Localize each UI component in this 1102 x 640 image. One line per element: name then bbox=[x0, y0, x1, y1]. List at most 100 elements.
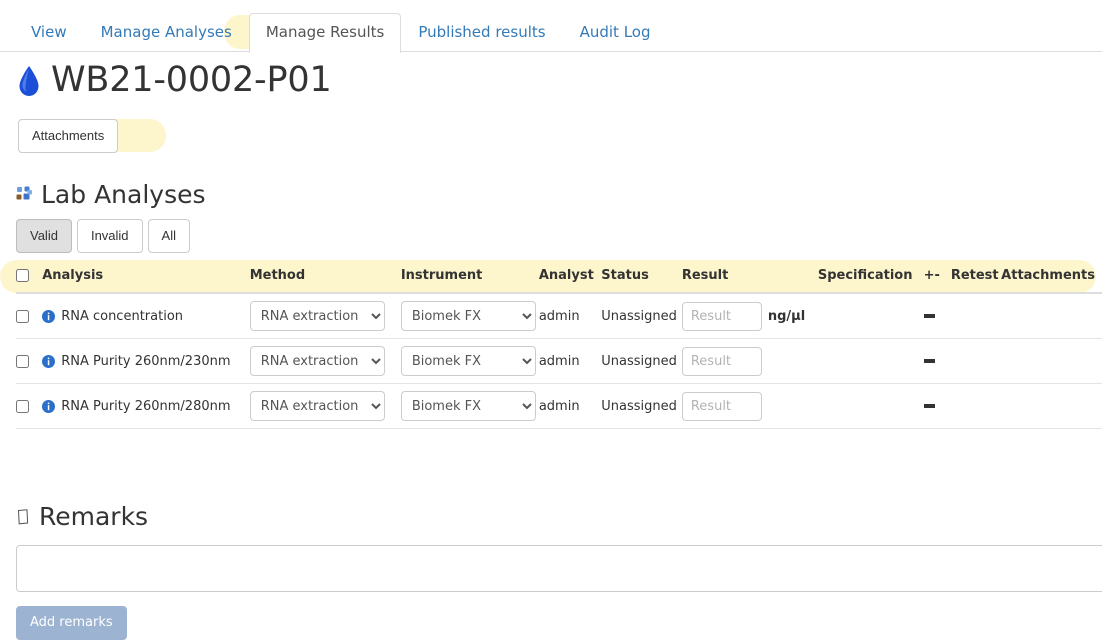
water-drop-icon bbox=[16, 64, 42, 98]
header-instrument[interactable]: Instrument bbox=[401, 260, 539, 293]
result-cell: ng/µl bbox=[682, 293, 818, 339]
info-icon[interactable] bbox=[42, 400, 55, 413]
tab-list: View Manage Analyses Manage Results Publ… bbox=[14, 13, 668, 52]
header-analysis[interactable]: Analysis bbox=[42, 260, 250, 293]
minus-icon bbox=[924, 404, 935, 408]
result-cell bbox=[682, 384, 818, 429]
tab-manage-results-label: Manage Results bbox=[266, 23, 385, 41]
tab-manage-analyses[interactable]: Manage Analyses bbox=[84, 13, 249, 52]
header-retest[interactable]: Retest bbox=[951, 260, 1001, 293]
lab-analyses-table-wrap: Analysis Method Instrument Analyst Statu… bbox=[16, 260, 1102, 429]
result-input[interactable] bbox=[682, 392, 762, 421]
attachments-cell bbox=[1001, 384, 1102, 429]
instrument-select[interactable]: Biomek FX bbox=[401, 346, 536, 376]
tab-published-results[interactable]: Published results bbox=[401, 13, 562, 52]
tab-view-label: View bbox=[31, 23, 67, 41]
manage-results-page: View Manage Analyses Manage Results Publ… bbox=[0, 0, 1102, 640]
remarks-heading: Remarks bbox=[16, 504, 148, 529]
tab-manage-results[interactable]: Manage Results bbox=[249, 13, 402, 53]
analyses-filter-group: Valid Invalid All bbox=[16, 219, 190, 253]
analysis-name: RNA Purity 260nm/280nm bbox=[61, 399, 230, 414]
instrument-cell: Biomek FX bbox=[401, 339, 539, 384]
minus-icon bbox=[924, 359, 935, 363]
analyst-cell: admin bbox=[539, 293, 601, 339]
info-icon[interactable] bbox=[42, 355, 55, 368]
retest-cell bbox=[951, 339, 1001, 384]
header-specification[interactable]: Specification bbox=[818, 260, 924, 293]
header-result[interactable]: Result bbox=[682, 260, 818, 293]
filter-invalid-button[interactable]: Invalid bbox=[77, 219, 143, 253]
analysis-cell: RNA Purity 260nm/230nm bbox=[42, 339, 250, 384]
retest-cell bbox=[951, 384, 1001, 429]
lab-analyses-table: Analysis Method Instrument Analyst Statu… bbox=[16, 260, 1102, 429]
note-icon bbox=[16, 509, 30, 525]
analysis-name: RNA Purity 260nm/230nm bbox=[61, 354, 230, 369]
header-status[interactable]: Status bbox=[601, 260, 682, 293]
result-unit: ng/µl bbox=[768, 309, 805, 324]
result-input[interactable] bbox=[682, 347, 762, 376]
table-body: RNA concentration RNA extraction Biomek … bbox=[16, 293, 1102, 429]
row-select-checkbox[interactable] bbox=[16, 400, 29, 413]
analyst-cell: admin bbox=[539, 339, 601, 384]
filter-valid-button[interactable]: Valid bbox=[16, 219, 72, 253]
primary-tab-bar: View Manage Analyses Manage Results Publ… bbox=[0, 0, 1102, 52]
header-analyst[interactable]: Analyst bbox=[539, 260, 601, 293]
analysis-name: RNA concentration bbox=[61, 309, 183, 324]
attachments-button-wrap: Attachments bbox=[18, 119, 118, 153]
status-cell: Unassigned bbox=[601, 384, 682, 429]
row-select-checkbox[interactable] bbox=[16, 310, 29, 323]
specification-cell bbox=[818, 293, 924, 339]
row-select-cell bbox=[16, 293, 42, 339]
method-cell: RNA extraction bbox=[250, 293, 401, 339]
add-remarks-button[interactable]: Add remarks bbox=[16, 606, 127, 640]
tab-audit-log[interactable]: Audit Log bbox=[563, 13, 668, 52]
method-select[interactable]: RNA extraction bbox=[250, 301, 385, 331]
remarks-title: Remarks bbox=[39, 504, 148, 529]
plus-minus-cell bbox=[924, 293, 951, 339]
info-icon[interactable] bbox=[42, 310, 55, 323]
specification-cell bbox=[818, 339, 924, 384]
specification-cell bbox=[818, 384, 924, 429]
method-cell: RNA extraction bbox=[250, 384, 401, 429]
analyst-cell: admin bbox=[539, 384, 601, 429]
analysis-cell: RNA concentration bbox=[42, 293, 250, 339]
row-select-checkbox[interactable] bbox=[16, 355, 29, 368]
table-row: RNA Purity 260nm/230nm RNA extraction Bi… bbox=[16, 339, 1102, 384]
page-title: WB21-0002-P01 bbox=[51, 63, 332, 98]
table-header-row: Analysis Method Instrument Analyst Statu… bbox=[16, 260, 1102, 293]
table-row: RNA concentration RNA extraction Biomek … bbox=[16, 293, 1102, 339]
lab-analyses-title: Lab Analyses bbox=[41, 182, 206, 207]
table-row: RNA Purity 260nm/280nm RNA extraction Bi… bbox=[16, 384, 1102, 429]
row-select-cell bbox=[16, 339, 42, 384]
instrument-select[interactable]: Biomek FX bbox=[401, 391, 536, 421]
row-select-cell bbox=[16, 384, 42, 429]
status-cell: Unassigned bbox=[601, 339, 682, 384]
status-cell: Unassigned bbox=[601, 293, 682, 339]
method-cell: RNA extraction bbox=[250, 339, 401, 384]
plus-minus-cell bbox=[924, 384, 951, 429]
tab-view[interactable]: View bbox=[14, 13, 84, 52]
filter-all-button[interactable]: All bbox=[148, 219, 190, 253]
select-all-header bbox=[16, 260, 42, 293]
retest-cell bbox=[951, 293, 1001, 339]
lab-analyses-heading: Lab Analyses bbox=[16, 182, 206, 207]
tab-audit-log-label: Audit Log bbox=[580, 23, 651, 41]
header-plus-minus[interactable]: +- bbox=[924, 260, 951, 293]
tab-published-results-label: Published results bbox=[418, 23, 545, 41]
minus-icon bbox=[924, 314, 935, 318]
molecule-icon bbox=[16, 186, 33, 203]
method-select[interactable]: RNA extraction bbox=[250, 346, 385, 376]
header-attachments[interactable]: Attachments bbox=[1001, 260, 1102, 293]
instrument-cell: Biomek FX bbox=[401, 384, 539, 429]
result-input[interactable] bbox=[682, 302, 762, 331]
attachments-button[interactable]: Attachments bbox=[18, 119, 118, 153]
select-all-checkbox[interactable] bbox=[16, 269, 29, 282]
header-method[interactable]: Method bbox=[250, 260, 401, 293]
tab-manage-analyses-label: Manage Analyses bbox=[101, 23, 232, 41]
instrument-select[interactable]: Biomek FX bbox=[401, 301, 536, 331]
analysis-cell: RNA Purity 260nm/280nm bbox=[42, 384, 250, 429]
attachments-cell bbox=[1001, 339, 1102, 384]
remarks-textarea[interactable] bbox=[16, 545, 1102, 592]
method-select[interactable]: RNA extraction bbox=[250, 391, 385, 421]
plus-minus-cell bbox=[924, 339, 951, 384]
